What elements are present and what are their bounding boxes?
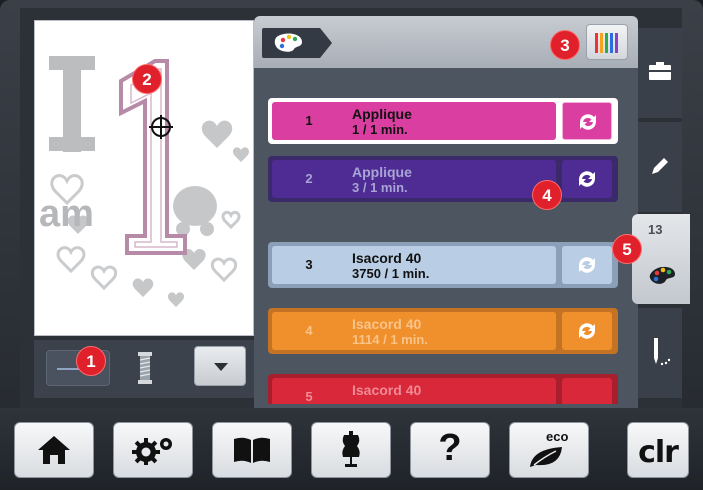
book-icon (234, 437, 270, 463)
color-row-main[interactable]: 1 Applique 1 / 1 min. (272, 102, 556, 140)
color-number: 4 (305, 323, 313, 338)
swap-color-button[interactable] (562, 246, 612, 284)
dress-form-icon (342, 431, 360, 467)
callout-4: 4 (532, 180, 562, 210)
refresh-icon (579, 257, 595, 273)
leaf-icon (530, 447, 562, 467)
callout-1: 1 (76, 346, 106, 376)
color-overview-button[interactable] (586, 24, 628, 60)
home-icon (38, 436, 70, 464)
right-sidebar: 13 (632, 8, 690, 400)
color-row-main[interactable]: 4 Isacord 40 1114 / 1 min. (272, 312, 556, 350)
swap-color-button[interactable] (562, 160, 612, 198)
clear-label: clr (638, 435, 679, 470)
color-row-1[interactable]: 1 Applique 1 / 1 min. (268, 98, 618, 144)
callout-3: 3 (550, 30, 580, 60)
callout-2: 2 (132, 64, 162, 94)
design-text-am: am (39, 193, 94, 235)
home-button[interactable] (14, 422, 94, 478)
palette-tag-icon (262, 28, 332, 58)
chevron-down-icon (214, 363, 228, 371)
color-number: 2 (305, 171, 313, 186)
setup-button[interactable] (113, 422, 193, 478)
color-row-3[interactable]: 3 Isacord 40 3750 / 1 min. (268, 242, 618, 288)
dropdown-button[interactable] (194, 346, 246, 386)
color-bars-icon (595, 33, 618, 53)
eco-button[interactable]: eco (509, 422, 589, 478)
gear-icon (132, 438, 172, 465)
color-row-main[interactable]: 5 Isacord 40 (272, 378, 556, 404)
color-number: 1 (305, 113, 313, 128)
color-name: Applique (352, 164, 412, 180)
color-panel: 1 Applique 1 / 1 min. 2 Applique 3 / 1 m… (254, 16, 638, 408)
color-stitch-info: 3750 / 1 min. (352, 266, 430, 281)
color-number: 3 (305, 257, 313, 272)
color-row-main[interactable]: 2 Applique 3 / 1 min. (272, 160, 556, 198)
color-list: 1 Applique 1 / 1 min. 2 Applique 3 / 1 m… (268, 84, 624, 404)
eco-label: eco (546, 429, 569, 444)
refresh-icon (579, 323, 595, 339)
color-row-main[interactable]: 3 Isacord 40 3750 / 1 min. (272, 246, 556, 284)
bottom-toolbar: ? eco clr (0, 408, 703, 490)
help-label: ? (438, 427, 462, 469)
color-stitch-info: 1 / 1 min. (352, 122, 408, 137)
swap-color-button[interactable] (562, 312, 612, 350)
tab-edit[interactable] (638, 122, 682, 212)
clear-button[interactable]: clr (627, 422, 689, 478)
thread-spool-icon (138, 352, 152, 384)
callout-5: 5 (612, 234, 642, 264)
color-row-4[interactable]: 4 Isacord 40 1114 / 1 min. (268, 308, 618, 354)
tab-colors[interactable]: 13 (632, 214, 690, 304)
folder-icon (649, 62, 671, 80)
color-row-2[interactable]: 2 Applique 3 / 1 min. (268, 156, 618, 202)
swap-color-button[interactable] (562, 378, 612, 404)
color-panel-header (254, 16, 638, 68)
refresh-icon (580, 114, 596, 130)
palette-icon (649, 266, 675, 284)
touch-screen: am 1 Applique 1 / 1 min. 2 Applique 3 / … (20, 8, 690, 408)
pencil-icon (652, 158, 668, 174)
preview-toolbar (34, 340, 256, 398)
color-row-5[interactable]: 5 Isacord 40 (268, 374, 618, 404)
color-name: Isacord 40 (352, 316, 422, 332)
help-button[interactable]: ? (410, 422, 490, 478)
color-name: Isacord 40 (352, 382, 422, 398)
color-name: Applique (352, 106, 412, 122)
tab-selection[interactable] (638, 28, 682, 118)
swap-color-button[interactable] (562, 102, 612, 140)
machine-frame: am 1 Applique 1 / 1 min. 2 Applique 3 / … (0, 0, 703, 490)
consultant-button[interactable] (311, 422, 391, 478)
color-name: Isacord 40 (352, 250, 422, 266)
color-count-badge: 13 (648, 222, 663, 237)
refresh-icon (579, 171, 595, 187)
color-stitch-info: 1114 / 1 min. (352, 332, 428, 347)
needle-icon (654, 338, 671, 366)
color-number: 5 (305, 389, 313, 404)
tab-stitch[interactable] (638, 308, 682, 398)
tutorial-button[interactable] (212, 422, 292, 478)
color-stitch-info: 3 / 1 min. (352, 180, 408, 195)
